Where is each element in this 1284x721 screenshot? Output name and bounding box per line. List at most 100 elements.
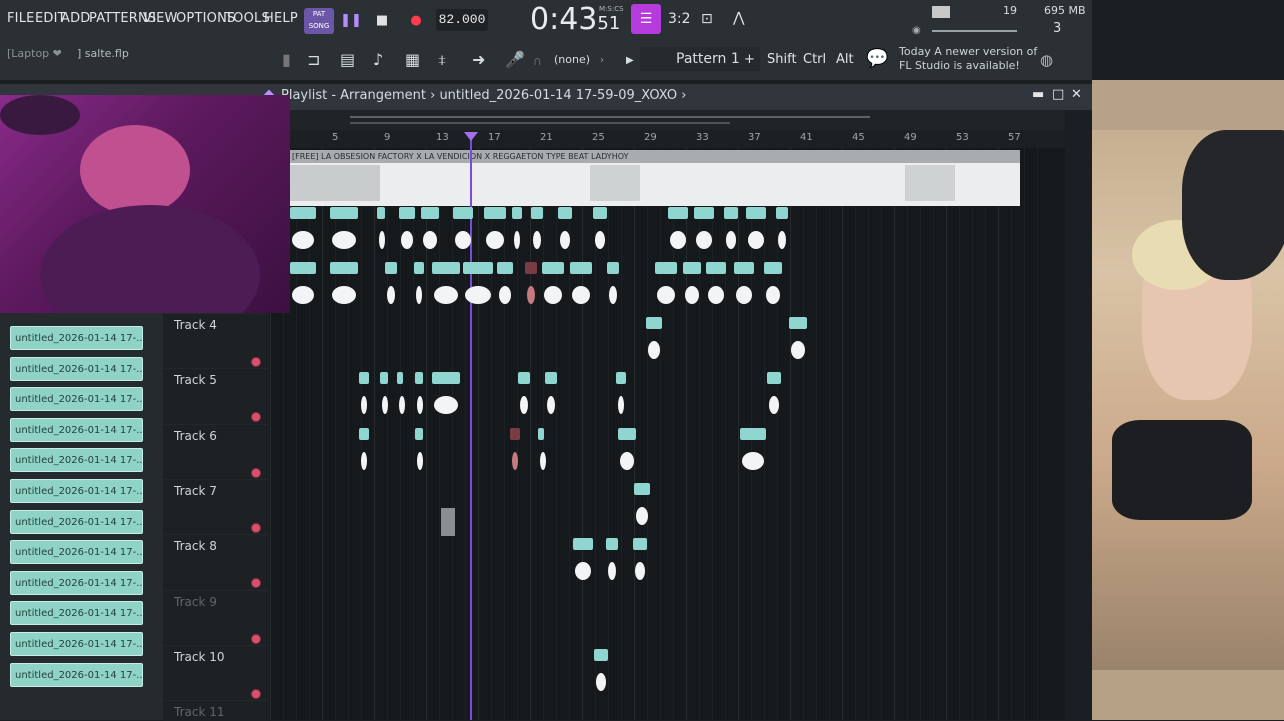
pattern-clip[interactable] (646, 317, 662, 329)
alt-key[interactable]: Alt (836, 52, 854, 67)
timeline-ruler[interactable]: 5 9 13 17 21 25 29 33 37 41 45 49 53 57 (270, 130, 1065, 148)
piano-roll-icon[interactable]: ♪ (373, 50, 383, 69)
minimize-icon[interactable]: ▬ (1032, 87, 1044, 102)
pattern-clip[interactable] (290, 207, 316, 219)
pattern-clip[interactable] (606, 538, 618, 550)
pattern-clip[interactable] (380, 372, 388, 384)
pattern-item[interactable]: untitled_2026-01-14 17-... (10, 632, 143, 656)
pattern-picker-none[interactable]: (none) (554, 53, 590, 66)
hint-bubble-icon[interactable]: 💬 (866, 48, 888, 69)
pattern-clip[interactable] (789, 317, 807, 329)
pattern-item[interactable]: untitled_2026-01-14 17-... (10, 601, 143, 626)
menu-help[interactable]: HELP (264, 11, 298, 26)
pattern-item[interactable]: untitled_2026-01-14 17-... (10, 387, 143, 412)
pattern-clip[interactable] (359, 428, 369, 440)
pattern-clip[interactable] (776, 207, 788, 219)
pattern-clip[interactable] (767, 372, 781, 384)
pattern-clip[interactable] (290, 262, 316, 274)
pattern-item[interactable]: untitled_2026-01-14 17-... (10, 570, 143, 595)
channel-rack-icon[interactable]: ▦ (405, 50, 420, 69)
pattern-clip[interactable] (531, 207, 543, 219)
pattern-clip[interactable] (633, 538, 647, 550)
pattern-clip[interactable] (668, 207, 688, 219)
pattern-clip[interactable] (558, 207, 572, 219)
headphones-icon[interactable]: ∩ (533, 54, 542, 68)
metronome-icon[interactable]: ⋀ (733, 10, 744, 26)
pattern-clip[interactable] (607, 262, 619, 274)
automation-clip[interactable] (441, 508, 455, 536)
menu-file[interactable]: FILE (7, 11, 35, 26)
pattern-clip[interactable] (432, 372, 460, 384)
track-record-icon[interactable] (251, 689, 261, 699)
pattern-clip[interactable] (330, 207, 358, 219)
pattern-clip[interactable] (724, 207, 738, 219)
pattern-clip[interactable] (740, 428, 766, 440)
pattern-clip[interactable] (618, 428, 636, 440)
lock-icon[interactable]: ▮ (282, 50, 291, 69)
pattern-clip[interactable] (545, 372, 557, 384)
arrow-right-icon[interactable]: ➜ (472, 50, 485, 69)
wait-input-icon[interactable]: ⊡ (701, 11, 713, 27)
add-pattern-button[interactable]: + (744, 52, 755, 67)
pattern-clip[interactable] (734, 262, 754, 274)
pattern-clip[interactable] (694, 207, 714, 219)
pattern-item[interactable]: untitled_2026-01-14 17-... (10, 356, 143, 381)
mixer-icon[interactable]: ⧧ (438, 50, 446, 70)
pattern-clip[interactable] (616, 372, 626, 384)
pattern-clip[interactable] (484, 207, 506, 219)
pattern-clip[interactable] (385, 262, 397, 274)
ctrl-key[interactable]: Ctrl (803, 52, 826, 67)
maximize-icon[interactable]: □ (1052, 87, 1064, 102)
pattern-clip[interactable] (593, 207, 607, 219)
track-record-icon[interactable] (251, 523, 261, 533)
playhead-marker-icon[interactable] (464, 132, 478, 141)
pattern-clip[interactable] (542, 262, 564, 274)
playlist-icon[interactable]: ▤ (340, 50, 355, 69)
pattern-item[interactable]: untitled_2026-01-14 17-... (10, 417, 143, 442)
pattern-clip[interactable] (377, 207, 385, 219)
pattern-clip[interactable] (518, 372, 530, 384)
playlist-overview[interactable] (290, 110, 1065, 132)
step-edit-icon[interactable]: 3:2 (668, 11, 691, 27)
pattern-clip[interactable] (570, 262, 592, 274)
pattern-clip[interactable] (510, 428, 520, 440)
pattern-clip[interactable] (397, 372, 403, 384)
close-icon[interactable]: ✕ (1071, 87, 1082, 102)
pattern-clip[interactable] (538, 428, 544, 440)
pattern-clip[interactable] (594, 649, 608, 661)
tempo-display[interactable]: 82.000 (436, 9, 488, 31)
playhead[interactable] (464, 132, 478, 720)
arrangement-grid[interactable] (270, 148, 1065, 720)
pattern-item[interactable]: untitled_2026-01-14 17-... (10, 509, 143, 534)
track-record-icon[interactable] (251, 357, 261, 367)
pattern-item[interactable]: untitled_2026-01-14 17-... (10, 448, 143, 473)
pattern-clip[interactable] (683, 262, 701, 274)
track-header[interactable]: Track 11 (163, 700, 268, 721)
track-record-icon[interactable] (251, 412, 261, 422)
pattern-item[interactable]: untitled_2026-01-14 17-... (10, 662, 143, 687)
pattern-clip[interactable] (634, 483, 650, 495)
pattern-item[interactable]: untitled_2026-01-14 17-... (10, 326, 143, 350)
audio-clip[interactable]: [FREE] LA OBSESION FACTORY X LA VENDICIO… (290, 150, 1020, 206)
pattern-clip[interactable] (525, 262, 537, 274)
shift-key[interactable]: Shift (767, 52, 797, 67)
pattern-clip[interactable] (573, 538, 593, 550)
track-record-icon[interactable] (251, 468, 261, 478)
pattern-clip[interactable] (463, 262, 493, 274)
pattern-item[interactable]: untitled_2026-01-14 17-... (10, 540, 143, 565)
chevron-right-icon[interactable]: › (600, 55, 604, 66)
song-mode-toggle[interactable]: PAT SONG (304, 8, 334, 34)
pattern-clip[interactable] (432, 262, 460, 274)
track-record-icon[interactable] (251, 634, 261, 644)
pattern-clip[interactable] (453, 207, 473, 219)
menu-add[interactable]: ADD (61, 11, 91, 26)
pattern-clip[interactable] (414, 262, 424, 274)
pause-icon[interactable]: ❚❚ (339, 11, 363, 31)
microphone-icon[interactable]: 🎤 (505, 50, 525, 69)
pattern-clip[interactable] (706, 262, 726, 274)
record-icon[interactable]: ● (404, 11, 428, 31)
pattern-clip[interactable] (512, 207, 522, 219)
pattern-item[interactable]: untitled_2026-01-14 17-... (10, 479, 143, 503)
pattern-clip[interactable] (399, 207, 415, 219)
track-record-icon[interactable] (251, 578, 261, 588)
